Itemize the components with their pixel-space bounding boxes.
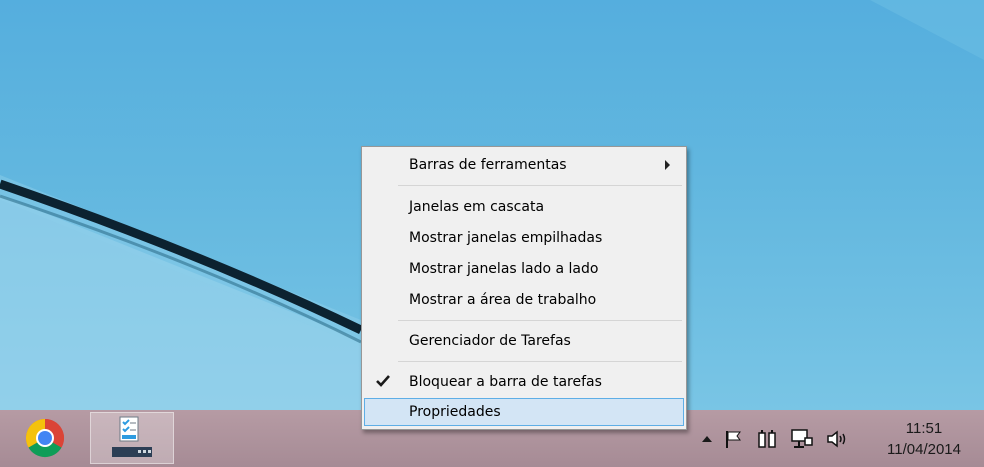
menu-item-label: Janelas em cascata — [409, 199, 545, 215]
menu-item-lock-taskbar[interactable]: Bloquear a barra de tarefas — [364, 368, 684, 396]
menu-item-label: Propriedades — [409, 404, 501, 420]
task-manager-icon — [112, 416, 152, 457]
menu-item-label: Barras de ferramentas — [409, 157, 567, 173]
clock-time: 11:51 — [905, 419, 943, 437]
menu-item-label: Bloquear a barra de tarefas — [409, 374, 602, 390]
menu-item-show-windows-stacked[interactable]: Mostrar janelas empilhadas — [364, 224, 684, 252]
submenu-arrow-icon — [665, 160, 670, 170]
menu-separator — [398, 361, 682, 362]
system-tray: 11:51 11/04/2014 — [696, 410, 984, 467]
taskbar-chrome-button[interactable] — [8, 412, 82, 464]
clock[interactable]: 11:51 11/04/2014 — [874, 418, 974, 460]
menu-item-label: Mostrar a área de trabalho — [409, 292, 597, 308]
menu-item-cascade-windows[interactable]: Janelas em cascata — [364, 193, 684, 221]
taskbar-context-menu: Barras de ferramentas Janelas em cascata… — [361, 146, 687, 430]
power-icon[interactable] — [756, 428, 778, 450]
network-icon[interactable] — [790, 428, 814, 450]
chevron-up-icon[interactable] — [702, 435, 712, 443]
menu-separator — [398, 185, 682, 186]
volume-icon[interactable] — [826, 429, 850, 449]
menu-item-label: Mostrar janelas empilhadas — [409, 230, 603, 246]
taskbar-task-manager-button[interactable] — [90, 412, 174, 464]
clock-date: 11/04/2014 — [887, 440, 961, 458]
menu-item-show-desktop[interactable]: Mostrar a área de trabalho — [364, 286, 684, 314]
menu-item-label: Mostrar janelas lado a lado — [409, 261, 599, 277]
checkmark-icon — [375, 373, 391, 393]
menu-item-properties[interactable]: Propriedades — [364, 398, 684, 426]
menu-item-show-windows-side-by-side[interactable]: Mostrar janelas lado a lado — [364, 255, 684, 283]
menu-item-label: Gerenciador de Tarefas — [409, 333, 571, 349]
chrome-icon — [25, 418, 65, 458]
menu-item-task-manager[interactable]: Gerenciador de Tarefas — [364, 327, 684, 355]
menu-item-toolbars[interactable]: Barras de ferramentas — [364, 151, 684, 179]
menu-separator — [398, 320, 682, 321]
flag-icon[interactable] — [724, 429, 744, 449]
